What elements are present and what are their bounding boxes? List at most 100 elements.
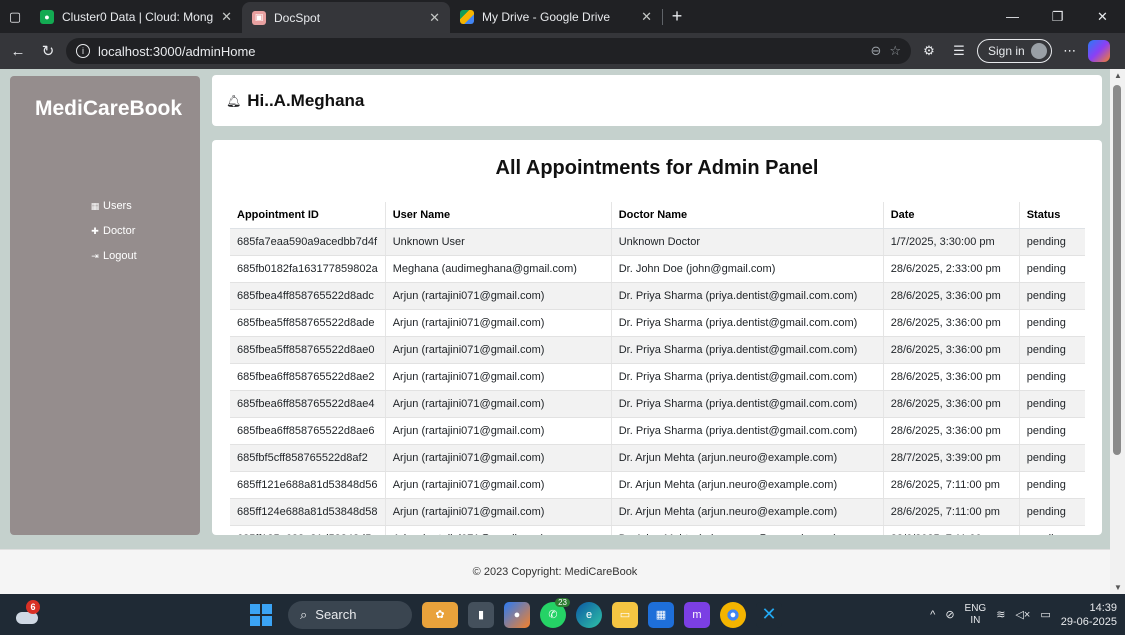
system-tray: ^ ⊘ ENG IN ≋ ◁× ▭ 14:39 29-06-2025 bbox=[930, 594, 1117, 635]
table-cell: 1/7/2025, 3:30:00 pm bbox=[883, 228, 1020, 256]
table-cell: 685fbea5ff858765522d8ade bbox=[230, 309, 386, 337]
favorite-star-icon[interactable]: ☆ bbox=[889, 43, 901, 59]
task-view-icon[interactable]: ▮ bbox=[468, 601, 494, 628]
table-cell: 685ff125e688a81d53848d5a bbox=[230, 525, 386, 535]
table-cell: pending bbox=[1019, 228, 1085, 256]
appointments-table-wrap: Appointment ID User Name Doctor Name Dat… bbox=[230, 202, 1085, 535]
taskbar-apps: ⌕ Search ✿ ▮ ● ✆ 23 e ▭ ▦ m ● ✕ bbox=[250, 594, 782, 635]
doctor-icon: ✚ bbox=[91, 225, 99, 236]
battery-icon[interactable]: ▭ bbox=[1040, 608, 1050, 621]
tab-actions-icon[interactable]: ▢ bbox=[0, 0, 30, 33]
logout-icon: ⇥ bbox=[91, 250, 99, 261]
table-row: 685fbea4ff858765522d8adc Arjun (rartajini… bbox=[230, 282, 1085, 310]
table-row: 685fbea5ff858765522d8ae0 Arjun (rartajini… bbox=[230, 336, 1085, 364]
table-cell: pending bbox=[1019, 282, 1085, 310]
table-row: 685ff121e688a81d53848d56 Arjun (rartajini… bbox=[230, 471, 1085, 499]
table-row: 685fbea6ff858765522d8ae6 Arjun (rartajini… bbox=[230, 417, 1085, 445]
tab-title: Cluster0 Data | Cloud: MongoDB bbox=[62, 9, 214, 24]
store-icon[interactable]: ▦ bbox=[648, 601, 674, 628]
minimize-icon[interactable]: — bbox=[990, 0, 1035, 33]
table-cell: Unknown User bbox=[385, 228, 612, 256]
page-viewport: MediCareBook ▦ Users ✚ Doctor ⇥ Logout 🔔… bbox=[0, 69, 1125, 594]
table-cell: pending bbox=[1019, 417, 1085, 445]
address-bar[interactable]: i localhost:3000/adminHome ⊖ ☆ bbox=[66, 38, 911, 64]
bell-icon[interactable]: 🔔︎ bbox=[226, 94, 241, 108]
more-options-icon[interactable]: ⋯ bbox=[1058, 39, 1082, 63]
weather-widget[interactable]: 6 bbox=[14, 600, 42, 628]
table-row: 685fa7eaa590a9acedbb7d4f Unknown User Unkn… bbox=[230, 228, 1085, 256]
close-window-icon[interactable]: ✕ bbox=[1080, 0, 1125, 33]
file-explorer-icon[interactable]: ▭ bbox=[612, 601, 638, 628]
sidebar-item-label: Logout bbox=[103, 250, 137, 262]
scroll-down-icon[interactable]: ▼ bbox=[1114, 583, 1122, 592]
scroll-up-icon[interactable]: ▲ bbox=[1114, 71, 1122, 80]
chevron-up-icon[interactable]: ^ bbox=[930, 609, 935, 621]
tab-title: My Drive - Google Drive bbox=[482, 9, 611, 24]
table-cell: Dr. Arjun Mehta (arjun.neuro@example.com… bbox=[611, 471, 884, 499]
wifi-icon[interactable]: ≋ bbox=[996, 608, 1005, 621]
edge-icon[interactable]: e bbox=[576, 601, 602, 628]
table-cell: 28/6/2025, 3:36:00 pm bbox=[883, 336, 1020, 364]
tab-title: DocSpot bbox=[274, 10, 321, 25]
browser-tab-docspot[interactable]: ▣ DocSpot ✕ bbox=[242, 2, 450, 33]
search-label: Search bbox=[315, 607, 357, 622]
browser-tab-google-drive[interactable]: My Drive - Google Drive ✕ bbox=[450, 0, 662, 33]
url-text[interactable]: localhost:3000/adminHome bbox=[98, 44, 862, 59]
whatsapp-badge: 23 bbox=[555, 597, 570, 607]
footer: © 2023 Copyright: MediCareBook bbox=[0, 549, 1110, 594]
sign-in-button[interactable]: Sign in bbox=[977, 39, 1052, 63]
browser-toolbar: ← ↻ i localhost:3000/adminHome ⊖ ☆ ⚙ ☰ S… bbox=[0, 33, 1125, 69]
table-cell: Dr. Priya Sharma (priya.dentist@gmail.co… bbox=[611, 390, 884, 418]
table-row: 685fbea6ff858765522d8ae4 Arjun (rartajini… bbox=[230, 390, 1085, 418]
reload-icon[interactable]: ↻ bbox=[36, 39, 60, 63]
widgets-icon[interactable]: ✿ bbox=[422, 601, 458, 628]
back-icon[interactable]: ← bbox=[6, 39, 30, 63]
table-cell: Dr. Arjun Mehta (arjun.neuro@example.com… bbox=[611, 444, 884, 472]
restore-icon[interactable]: ❐ bbox=[1035, 0, 1080, 33]
zoom-icon[interactable]: ⊖ bbox=[870, 43, 881, 59]
close-tab-icon[interactable]: ✕ bbox=[221, 9, 232, 25]
sidebar-item-label: Doctor bbox=[103, 225, 136, 237]
google-drive-icon bbox=[460, 9, 474, 24]
copilot-app-icon[interactable]: ● bbox=[504, 601, 530, 628]
table-cell: 685fbea6ff858765522d8ae2 bbox=[230, 363, 386, 391]
table-row: 685fbea6ff858765522d8ae2 Arjun (rartajini… bbox=[230, 363, 1085, 391]
extensions-icon[interactable]: ⚙ bbox=[917, 39, 941, 63]
browser-tab-mongodb[interactable]: ● Cluster0 Data | Cloud: MongoDB ✕ bbox=[30, 0, 242, 33]
close-tab-icon[interactable]: ✕ bbox=[641, 9, 652, 25]
table-cell: Dr. Priya Sharma (priya.dentist@gmail.co… bbox=[611, 282, 884, 310]
sidebar-item-doctor[interactable]: ✚ Doctor bbox=[90, 225, 137, 237]
close-tab-icon[interactable]: ✕ bbox=[429, 10, 440, 26]
calendar-icon: ▦ bbox=[90, 200, 100, 211]
new-tab-button[interactable]: + bbox=[663, 0, 691, 33]
mongodb-compass-icon[interactable]: m bbox=[684, 601, 710, 628]
language-code: ENG bbox=[964, 602, 987, 614]
table-cell: 685fb0182fa163177859802a bbox=[230, 255, 386, 283]
sidebar-item-logout[interactable]: ⇥ Logout bbox=[90, 250, 137, 262]
windows-start-icon[interactable] bbox=[250, 603, 272, 626]
page-title: All Appointments for Admin Panel bbox=[495, 157, 819, 179]
table-cell: 28/6/2025, 7:11:00 pm bbox=[883, 471, 1020, 499]
scrollbar-thumb[interactable] bbox=[1113, 85, 1121, 455]
chrome-icon[interactable]: ● bbox=[720, 601, 746, 628]
table-cell: pending bbox=[1019, 444, 1085, 472]
page-scrollbar[interactable]: ▲ ▼ bbox=[1110, 69, 1125, 594]
table-cell: Arjun (rartajini071@gmail.com) bbox=[385, 282, 612, 310]
network-icon[interactable]: ⊘ bbox=[945, 608, 954, 621]
favorites-icon[interactable]: ☰ bbox=[947, 39, 971, 63]
table-row: 685ff125e688a81d53848d5aArjun (rartajini… bbox=[230, 525, 1085, 535]
table-cell: pending bbox=[1019, 363, 1085, 391]
system-clock[interactable]: 14:39 29-06-2025 bbox=[1061, 601, 1117, 629]
table-cell: Dr. Priya Sharma (priya.dentist@gmail.co… bbox=[611, 336, 884, 364]
whatsapp-icon[interactable]: ✆ 23 bbox=[540, 597, 570, 628]
copilot-icon[interactable] bbox=[1087, 40, 1110, 62]
column-header: Appointment ID bbox=[230, 202, 386, 229]
table-cell: 685fbea6ff858765522d8ae4 bbox=[230, 390, 386, 418]
table-cell: 28/7/2025, 3:39:00 pm bbox=[883, 444, 1020, 472]
taskbar-search[interactable]: ⌕ Search bbox=[288, 600, 412, 629]
volume-icon[interactable]: ◁× bbox=[1015, 608, 1030, 621]
site-info-icon[interactable]: i bbox=[76, 44, 90, 58]
language-indicator[interactable]: ENG IN bbox=[965, 603, 987, 627]
sidebar-item-users[interactable]: ▦ Users bbox=[90, 200, 137, 212]
vscode-icon[interactable]: ✕ bbox=[756, 601, 782, 628]
